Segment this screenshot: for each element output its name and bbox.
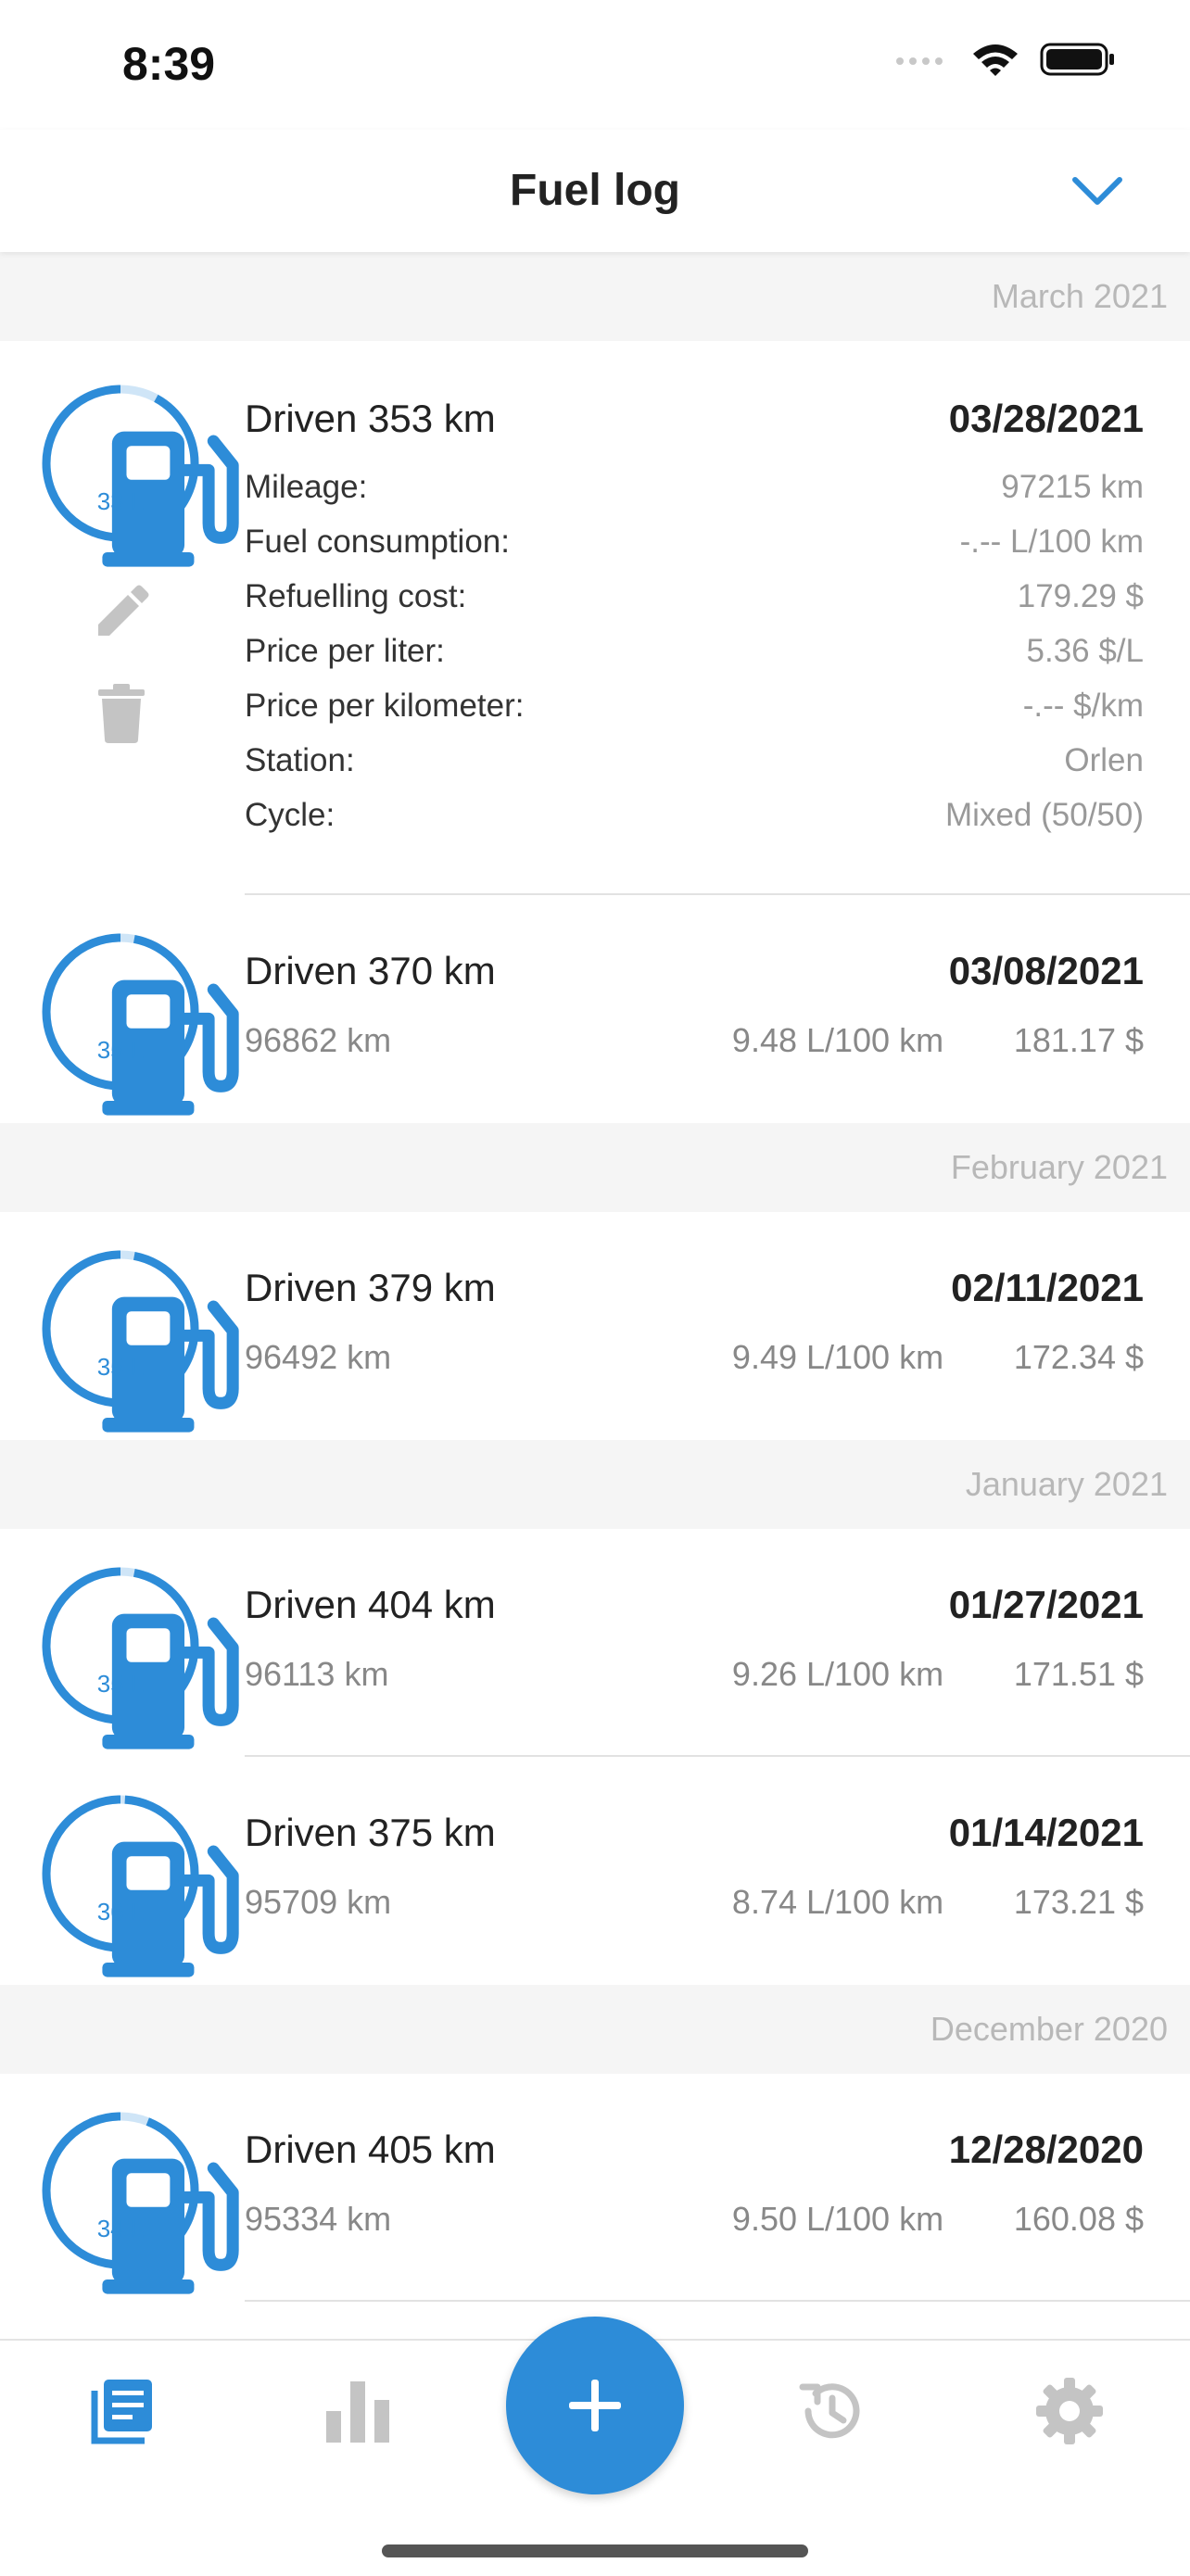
add-refuelling-button[interactable] — [506, 2317, 684, 2494]
home-indicator — [382, 2544, 808, 2557]
detail-fuel-consumption: Fuel consumption: -.-- L/100 km — [245, 524, 1144, 577]
entry-consumption: 9.50 L/100 km — [731, 2200, 944, 2238]
tab-log-list-icon[interactable] — [83, 2374, 158, 2448]
detail-value: -.-- L/100 km — [959, 524, 1144, 560]
edit-pencil-icon[interactable] — [93, 584, 150, 641]
detail-value: 179.29 $ — [1017, 578, 1144, 614]
entry-distance: Driven 405 km — [245, 2128, 496, 2171]
fuel-entry-expanded[interactable]: 33 L Driven 353 km 03/28/2021 Mileage: 9… — [0, 341, 1190, 895]
fuel-entry[interactable]: 34 L Driven 405 km 12/28/2020 95334 km 9… — [0, 2074, 1190, 2302]
detail-refuelling-cost: Refuelling cost: 179.29 $ — [245, 578, 1144, 632]
fuel-amount-gauge: 34 L — [41, 2111, 239, 2294]
tab-history-clock-icon[interactable] — [795, 2374, 869, 2448]
entry-mileage: 96113 km — [245, 1655, 389, 1693]
fuel-amount-gauge: 35 L — [41, 1566, 239, 1749]
entry-cost: 171.51 $ — [1013, 1655, 1144, 1693]
status-time: 8:39 — [122, 38, 216, 90]
fuel-entry[interactable]: 35 L Driven 370 km 03/08/2021 96862 km 9… — [0, 895, 1190, 1123]
detail-value: Mixed (50/50) — [945, 797, 1144, 833]
chevron-down-icon[interactable] — [1071, 172, 1123, 209]
entry-consumption: 9.26 L/100 km — [731, 1655, 944, 1693]
fuel-amount-label: 36 L — [96, 1898, 145, 1926]
entry-date: 02/11/2021 — [951, 1266, 1144, 1309]
fuel-entry[interactable]: 35 L Driven 379 km 02/11/2021 96492 km 9… — [0, 1212, 1190, 1440]
page-title: Fuel log — [510, 166, 680, 215]
detail-cycle: Cycle: Mixed (50/50) — [245, 797, 1144, 851]
detail-value: -.-- $/km — [1022, 688, 1144, 724]
section-header-december-2020: December 2020 — [0, 1985, 1190, 2074]
entry-distance: Driven 353 km — [245, 397, 496, 440]
entry-distance: Driven 370 km — [245, 949, 496, 992]
entry-cost: 172.34 $ — [1013, 1338, 1144, 1376]
entry-divider — [245, 2300, 1190, 2302]
fuel-log-list[interactable]: March 2021 33 L Driven 353 km 03/28/2021… — [0, 252, 1190, 2339]
fuel-amount-label: 33 L — [96, 487, 145, 515]
detail-label: Cycle: — [245, 797, 335, 833]
detail-label: Price per kilometer: — [245, 688, 525, 724]
entry-cost: 160.08 $ — [1013, 2200, 1144, 2238]
detail-label: Fuel consumption: — [245, 524, 510, 560]
fuel-amount-label: 35 L — [96, 1670, 145, 1698]
entry-distance: Driven 375 km — [245, 1811, 496, 1854]
fuel-amount-gauge: 36 L — [41, 1794, 239, 1977]
fuel-amount-gauge: 33 L — [41, 384, 239, 567]
section-header-january-2021: January 2021 — [0, 1440, 1190, 1529]
entry-cost: 181.17 $ — [1013, 1021, 1144, 1059]
fuel-amount-gauge: 35 L — [41, 932, 239, 1116]
tab-statistics-bar-chart-icon[interactable] — [321, 2374, 395, 2448]
section-header-march-2021: March 2021 — [0, 252, 1190, 341]
detail-label: Mileage: — [245, 469, 368, 505]
entry-date: 12/28/2020 — [948, 2128, 1144, 2171]
entry-mileage: 96492 km — [245, 1338, 392, 1376]
entry-distance: Driven 404 km — [245, 1583, 496, 1626]
status-icons — [895, 41, 1116, 78]
tab-settings-gear-icon[interactable] — [1032, 2374, 1107, 2448]
entry-consumption: 8.74 L/100 km — [731, 1883, 944, 1921]
fuel-entry[interactable]: 36 L Driven 375 km 01/14/2021 95709 km 8… — [0, 1757, 1190, 1985]
status-bar: 8:39 — [0, 0, 1190, 130]
entry-cost: 173.21 $ — [1013, 1883, 1144, 1921]
section-header-february-2021: February 2021 — [0, 1123, 1190, 1212]
wifi-icon — [973, 44, 1018, 76]
detail-label: Refuelling cost: — [245, 578, 467, 614]
tab-bar — [0, 2317, 1190, 2576]
entry-date: 03/08/2021 — [948, 949, 1144, 992]
fuel-entry[interactable]: 35 L Driven 404 km 01/27/2021 96113 km 9… — [0, 1529, 1190, 1757]
entry-date: 03/28/2021 — [948, 397, 1144, 440]
entry-mileage: 95709 km — [245, 1883, 392, 1921]
entry-mileage: 96862 km — [245, 1021, 392, 1059]
cellular-signal-icon — [896, 57, 943, 65]
navigation-bar: Fuel log — [0, 130, 1190, 252]
detail-value: 97215 km — [1001, 469, 1144, 505]
fuel-amount-label: 35 L — [96, 1036, 145, 1064]
fuel-amount-label: 34 L — [96, 2215, 145, 2242]
detail-price-per-kilometer: Price per kilometer: -.-- $/km — [245, 688, 1144, 741]
entry-mileage: 95334 km — [245, 2200, 392, 2238]
entry-distance: Driven 379 km — [245, 1266, 496, 1309]
entry-consumption: 9.48 L/100 km — [731, 1021, 944, 1059]
detail-value: Orlen — [1064, 742, 1144, 778]
detail-mileage: Mileage: 97215 km — [245, 469, 1144, 523]
detail-label: Price per liter: — [245, 633, 445, 669]
entry-consumption: 9.49 L/100 km — [731, 1338, 944, 1376]
detail-value: 5.36 $/L — [1026, 633, 1145, 669]
fuel-amount-gauge: 35 L — [41, 1249, 239, 1433]
fuel-amount-label: 35 L — [96, 1353, 145, 1381]
detail-label: Station: — [245, 742, 355, 778]
entry-date: 01/14/2021 — [948, 1811, 1144, 1854]
delete-trash-icon[interactable] — [96, 684, 146, 743]
plus-icon — [569, 2380, 621, 2431]
detail-price-per-liter: Price per liter: 5.36 $/L — [245, 633, 1144, 687]
entry-date: 01/27/2021 — [948, 1583, 1144, 1626]
detail-station: Station: Orlen — [245, 742, 1144, 796]
battery-icon — [1040, 43, 1114, 76]
